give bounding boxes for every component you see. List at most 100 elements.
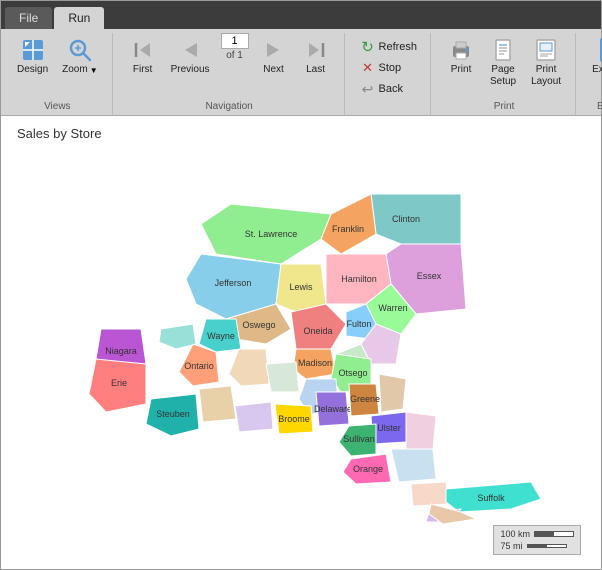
export-icon — [598, 36, 602, 64]
first-icon — [129, 36, 157, 64]
action-stack: ↻ Refresh ✕ Stop ↩ Back — [355, 33, 423, 99]
ribbon: Design Zoom ▼ — [1, 29, 601, 116]
actions-group-label — [387, 99, 390, 115]
ribbon-content: Design Zoom ▼ — [1, 29, 601, 115]
views-buttons: Design Zoom ▼ — [11, 33, 104, 99]
broome-label: Broome — [278, 414, 310, 424]
export-label-row: Export — [586, 99, 602, 115]
greene-label: Greene — [350, 394, 380, 404]
oswego-label: Oswego — [242, 320, 275, 330]
previous-icon — [176, 36, 204, 64]
refresh-icon: ↻ — [360, 39, 376, 55]
print-layout-label: PrintLayout — [531, 64, 561, 88]
previous-label: Previous — [171, 64, 210, 76]
niagara-label: Niagara — [105, 346, 137, 356]
views-group-label: Views — [44, 99, 71, 115]
tab-run[interactable]: Run — [54, 7, 104, 29]
delaware-label: Delaware — [314, 404, 352, 414]
suffolk-label: Suffolk — [477, 493, 505, 503]
last-label: Last — [306, 64, 325, 76]
sullivan-label: Sullivan — [343, 434, 375, 444]
zoom-label: Zoom — [62, 64, 88, 76]
print-label-row: Print — [441, 99, 567, 115]
tab-bar: File Run — [1, 1, 601, 29]
print-button[interactable]: Print — [441, 33, 481, 79]
next-button[interactable]: Next — [254, 33, 294, 79]
otsego-label: Otsego — [338, 368, 367, 378]
last-button[interactable]: Last — [296, 33, 336, 79]
stlawrence-label: St. Lawrence — [245, 229, 298, 239]
report-title: Sales by Store — [17, 126, 585, 141]
refresh-label: Refresh — [379, 41, 418, 53]
nav-label-row: Navigation — [123, 99, 336, 115]
page-setup-label: PageSetup — [490, 64, 516, 88]
ny-map-svg: Clinton Franklin St. Lawrence Essex Jeff… — [31, 164, 571, 544]
export-button[interactable]: Export ▼ — [586, 33, 602, 79]
design-label: Design — [17, 64, 48, 76]
previous-button[interactable]: Previous — [165, 33, 216, 79]
tab-file[interactable]: File — [5, 7, 52, 29]
export-group-label: Export — [597, 99, 602, 115]
export-buttons: Export ▼ — [586, 33, 602, 99]
warren-label: Warren — [378, 303, 407, 313]
stop-label: Stop — [379, 62, 402, 74]
first-label: First — [133, 64, 152, 76]
print-label: Print — [451, 64, 472, 76]
wayne-label: Wayne — [207, 331, 235, 341]
orange-label: Orange — [353, 464, 383, 474]
map-area: Clinton Franklin St. Lawrence Essex Jeff… — [17, 149, 585, 559]
stop-icon: ✕ — [360, 60, 376, 76]
print-buttons: Print PageSetup — [441, 33, 567, 99]
page-input[interactable] — [221, 33, 249, 49]
next-label: Next — [263, 64, 284, 76]
zoom-button[interactable]: Zoom ▼ — [56, 33, 103, 79]
print-icon — [447, 36, 475, 64]
first-button[interactable]: First — [123, 33, 163, 79]
nav-buttons: First Previous of 1 — [123, 33, 336, 99]
app-container: File Run — [0, 0, 602, 570]
actions-label-row — [355, 99, 423, 115]
ontario-label: Ontario — [184, 361, 214, 371]
back-icon: ↩ — [360, 81, 376, 97]
essex-label: Essex — [417, 271, 442, 281]
design-button[interactable]: Design — [11, 33, 54, 79]
hamilton-label: Hamilton — [341, 274, 377, 284]
page-of-label: of 1 — [226, 50, 243, 61]
madison-label: Madison — [298, 358, 332, 368]
stop-button[interactable]: ✕ Stop — [355, 58, 423, 78]
page-setup-button[interactable]: PageSetup — [483, 33, 523, 91]
page-setup-icon — [489, 36, 517, 64]
nav-group-label: Navigation — [205, 99, 252, 115]
design-icon — [19, 36, 47, 64]
views-label-row: Views — [11, 99, 104, 115]
oneida-label: Oneida — [303, 326, 332, 336]
zoom-dropdown-icon: ▼ — [90, 66, 98, 75]
ribbon-group-print: Print PageSetup — [437, 33, 576, 115]
scale-bar: 100 km 75 mi — [493, 525, 581, 555]
print-group-label: Print — [494, 99, 515, 115]
next-icon — [260, 36, 288, 64]
back-label: Back — [379, 83, 403, 95]
jefferson-label: Jefferson — [215, 278, 252, 288]
scale-km: 100 km — [500, 529, 530, 539]
main-content: Sales by Store Clinton Franklin St. Lawr… — [1, 116, 601, 569]
ribbon-group-views: Design Zoom ▼ — [7, 33, 113, 115]
ulster-label: Ulster — [377, 423, 401, 433]
print-layout-button[interactable]: PrintLayout — [525, 33, 567, 91]
erie-label: Erie — [111, 378, 127, 388]
steuben-label: Steuben — [156, 409, 190, 419]
print-layout-icon — [532, 36, 560, 64]
clinton-label: Clinton — [392, 214, 420, 224]
lewis-label: Lewis — [289, 282, 313, 292]
export-label: Export — [592, 64, 602, 76]
scale-mi: 75 mi — [500, 541, 522, 551]
refresh-button[interactable]: ↻ Refresh — [355, 37, 423, 57]
ribbon-group-navigation: First Previous of 1 — [119, 33, 345, 115]
ribbon-group-export: Export ▼ Export — [582, 33, 602, 115]
zoom-icon — [66, 36, 94, 64]
back-button[interactable]: ↩ Back — [355, 79, 423, 99]
last-icon — [302, 36, 330, 64]
fulton-label: Fulton — [346, 319, 371, 329]
ribbon-group-actions: ↻ Refresh ✕ Stop ↩ Back — [351, 33, 432, 115]
franklin-label: Franklin — [332, 224, 364, 234]
